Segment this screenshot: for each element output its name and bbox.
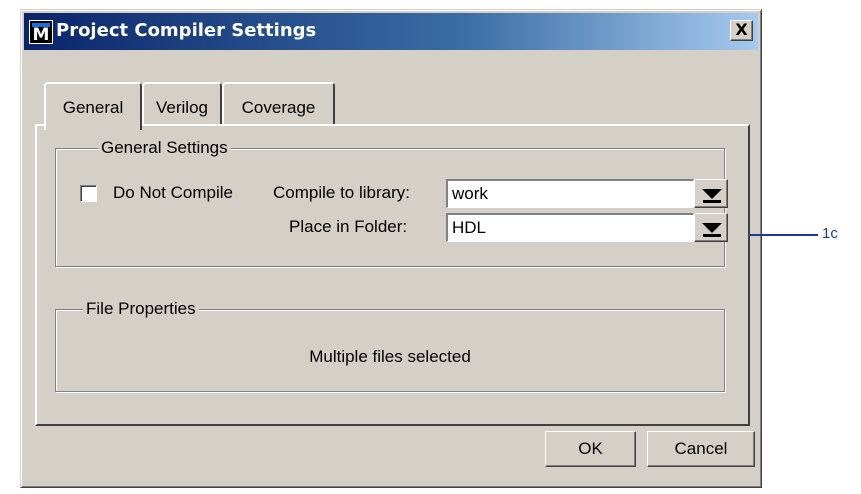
close-button[interactable]: X — [730, 20, 753, 41]
project-compiler-settings-dialog: M Project Compiler Settings X General Ve… — [20, 9, 762, 488]
chevron-down-icon — [702, 189, 722, 199]
place-in-folder-field[interactable]: HDL — [446, 213, 694, 242]
compile-to-library-dropdown-button[interactable] — [694, 179, 728, 208]
file-properties-message: Multiple files selected — [309, 347, 471, 366]
place-in-folder-label: Place in Folder: — [289, 217, 408, 236]
file-properties-group: File Properties Multiple files selected — [55, 299, 725, 392]
chevron-down-icon — [702, 223, 722, 233]
ok-button[interactable]: OK — [545, 431, 636, 467]
compile-to-library-label: Compile to library: — [273, 183, 410, 202]
app-icon-letter: M — [32, 25, 50, 45]
file-properties-title: File Properties — [83, 299, 199, 319]
window-title: Project Compiler Settings — [56, 20, 317, 41]
do-not-compile-checkbox[interactable] — [80, 185, 97, 202]
do-not-compile-label: Do Not Compile — [113, 183, 233, 202]
app-icon: M — [29, 20, 53, 45]
callout-label: 1c — [822, 225, 838, 242]
title-bar[interactable]: M Project Compiler Settings X — [24, 13, 758, 50]
tab-general-label: General — [62, 98, 124, 117]
general-tab-panel: General Settings Do Not Compile Compile … — [35, 124, 750, 426]
compile-to-library-field[interactable]: work — [446, 179, 694, 208]
place-in-folder-dropdown-button[interactable] — [694, 213, 728, 242]
tab-general[interactable]: General — [44, 82, 142, 130]
general-settings-group: General Settings Do Not Compile Compile … — [55, 138, 728, 267]
tab-verilog[interactable]: Verilog — [142, 82, 222, 126]
general-settings-title: General Settings — [98, 138, 231, 158]
cancel-button[interactable]: Cancel — [647, 431, 755, 467]
tab-coverage[interactable]: Coverage — [222, 82, 335, 126]
tab-coverage-label: Coverage — [241, 98, 316, 117]
tab-verilog-label: Verilog — [156, 98, 208, 117]
